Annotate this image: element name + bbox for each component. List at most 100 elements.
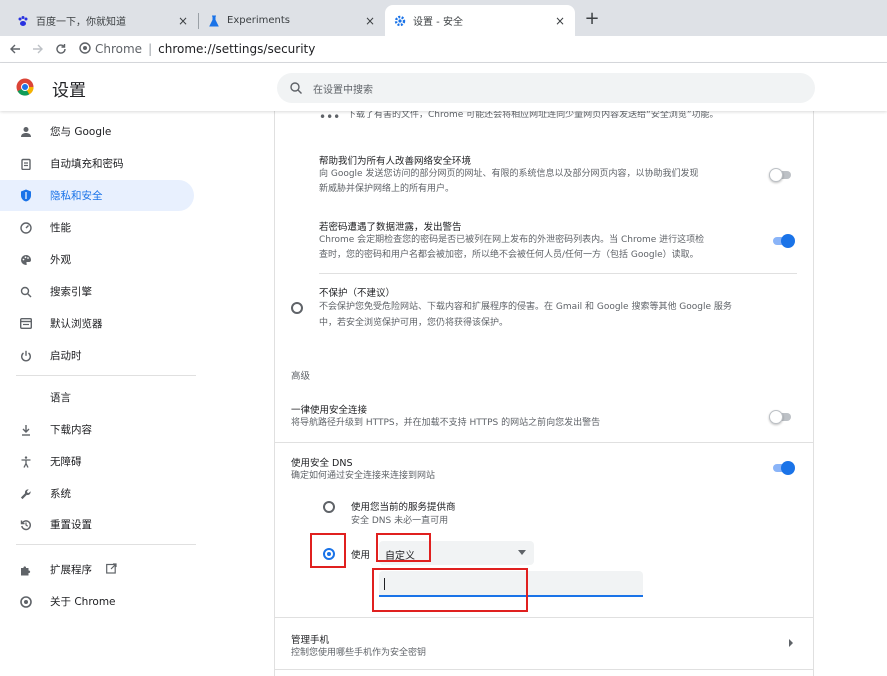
no-protection-radio[interactable] — [291, 302, 303, 314]
shield-icon — [18, 188, 34, 204]
sidebar-item-label: 性能 — [50, 222, 71, 234]
settings-search-box[interactable]: 在设置中搜索 — [277, 73, 815, 103]
person-icon — [18, 124, 34, 140]
sidebar-divider — [16, 375, 196, 376]
sidebar-item-label: 扩展程序 — [50, 564, 92, 576]
clipboard-icon — [18, 156, 34, 172]
safe-browsing-fragment: 下载了有害的文件，Chrome 可能还会将相应网址连同少量网页内容发送给“安全浏… — [347, 111, 719, 120]
browser-toolbar: Chrome | chrome://settings/security — [0, 36, 887, 63]
improve-security-desc-1: 向 Google 发送您访问的部分网页的网址、有限的系统信息以及部分网页内容，以… — [319, 169, 699, 179]
back-arrow-icon[interactable] — [5, 39, 25, 59]
open-in-new-icon — [106, 562, 117, 577]
sidebar-item-privacy-security[interactable]: 隐私和安全 — [0, 180, 194, 211]
advanced-heading: 高级 — [291, 371, 311, 382]
dns-provider-select[interactable]: 自定义 — [379, 541, 534, 565]
sidebar-item-label: 语言 — [50, 392, 71, 404]
password-leak-desc-1: Chrome 会定期检查您的密码是否已被列在网上发布的外泄密码列表内。当 Chr… — [319, 235, 705, 245]
divider — [319, 273, 797, 274]
close-icon[interactable]: × — [553, 14, 567, 28]
password-leak-title: 若密码遭遇了数据泄露，发出警告 — [319, 222, 462, 233]
improve-security-toggle[interactable] — [769, 168, 793, 182]
reset-icon — [18, 517, 34, 533]
tab-strip: 百度一下，你就知道 × Experiments × 设置 - 安全 × + — [0, 0, 887, 36]
tab-experiments[interactable]: Experiments × — [199, 5, 385, 36]
manage-phones-title: 管理手机 — [291, 635, 330, 646]
sidebar-item-about-chrome[interactable]: 关于 Chrome — [0, 586, 194, 617]
chrome-icon — [18, 594, 34, 610]
dns-custom-radio[interactable] — [323, 548, 335, 560]
sidebar-item-label: 重置设置 — [50, 519, 92, 531]
tab-settings-security[interactable]: 设置 - 安全 × — [385, 5, 575, 36]
sidebar-item-default-browser[interactable]: 默认浏览器 — [0, 308, 194, 339]
dns-current-provider-radio[interactable] — [323, 501, 335, 513]
chevron-right-icon — [789, 639, 793, 647]
sidebar-item-label: 搜索引擎 — [50, 286, 92, 298]
sidebar-item-label: 隐私和安全 — [50, 190, 103, 202]
search-placeholder: 在设置中搜索 — [313, 84, 373, 96]
sidebar-item-label: 无障碍 — [50, 456, 82, 468]
sidebar-item-label: 关于 Chrome — [50, 596, 116, 608]
forward-arrow-icon[interactable] — [28, 39, 48, 59]
no-protection-desc-1: 不会保护您免受危险网站、下载内容和扩展程序的侵害。在 Gmail 和 Googl… — [319, 302, 732, 312]
secure-dns-title: 使用安全 DNS — [291, 458, 353, 469]
close-icon[interactable]: × — [176, 14, 190, 28]
https-toggle[interactable] — [769, 410, 793, 424]
sidebar-item-accessibility[interactable]: 无障碍 — [0, 446, 194, 477]
wrench-icon — [18, 486, 34, 502]
sidebar-item-label: 下载内容 — [50, 424, 92, 436]
sidebar-icon-placeholder — [18, 390, 34, 406]
sidebar-item-label: 外观 — [50, 254, 71, 266]
password-leak-toggle[interactable] — [771, 234, 795, 248]
dns-current-provider-title: 使用您当前的服务提供商 — [351, 502, 456, 513]
chrome-logo-icon — [16, 78, 34, 96]
sidebar-item-downloads[interactable]: 下载内容 — [0, 414, 194, 445]
browser-window-icon — [18, 316, 34, 332]
toggle-knob — [781, 234, 795, 248]
sidebar-item-label: 启动时 — [50, 350, 82, 362]
toggle-knob — [769, 410, 783, 424]
sidebar-item-label: 自动填充和密码 — [50, 158, 124, 170]
reload-icon[interactable] — [51, 39, 71, 59]
url-separator: | — [148, 42, 153, 56]
sidebar-item-reset-settings[interactable]: 重置设置 — [0, 509, 194, 540]
download-icon — [18, 422, 34, 438]
sidebar-item-performance[interactable]: 性能 — [0, 212, 194, 243]
sidebar-item-you-and-google[interactable]: 您与 Google — [0, 116, 194, 147]
power-icon — [18, 348, 34, 364]
dns-custom-provider-input[interactable] — [379, 571, 643, 597]
dns-current-provider-desc: 安全 DNS 未必一直可用 — [351, 516, 449, 526]
sidebar-divider — [16, 544, 196, 545]
settings-header: 设置 在设置中搜索 — [0, 63, 887, 111]
sidebar-item-autofill[interactable]: 自动填充和密码 — [0, 148, 194, 179]
manage-phones-desc: 控制您使用哪些手机作为安全密钥 — [291, 648, 427, 658]
secure-dns-toggle[interactable] — [771, 461, 795, 475]
sidebar-item-on-startup[interactable]: 启动时 — [0, 340, 194, 371]
close-icon[interactable]: × — [363, 14, 377, 28]
sidebar-item-appearance[interactable]: 外观 — [0, 244, 194, 275]
sidebar-item-languages[interactable]: 语言 — [0, 382, 194, 413]
gear-icon — [393, 14, 407, 28]
tab-title: 百度一下，你就知道 — [36, 17, 126, 28]
improve-security-title: 帮助我们为所有人改善网络安全环境 — [319, 156, 472, 167]
site-label: Chrome — [95, 42, 143, 56]
no-protection-desc-2: 中，若安全浏览保护可用，您仍将获得该保护。 — [319, 318, 509, 328]
sidebar-item-system[interactable]: 系统 — [0, 478, 194, 509]
security-settings-card: ••• 下载了有害的文件，Chrome 可能还会将相应网址连同少量网页内容发送给… — [274, 111, 814, 676]
more-dots-icon: ••• — [319, 111, 341, 124]
improve-security-desc-2: 新威胁并保护网络上的所有用户。 — [319, 184, 455, 194]
page-title: 设置 — [52, 81, 86, 101]
https-title: 一律使用安全连接 — [291, 405, 368, 416]
secure-dns-desc: 确定如何通过安全连接来连接到网站 — [291, 471, 436, 481]
new-tab-button[interactable]: + — [582, 9, 602, 29]
manage-phones-row[interactable]: 管理手机 控制您使用哪些手机作为安全密钥 — [275, 618, 813, 663]
tab-baidu[interactable]: 百度一下，你就知道 × — [8, 5, 198, 36]
speedometer-icon — [18, 220, 34, 236]
accessibility-icon — [18, 454, 34, 470]
search-icon — [18, 284, 34, 300]
sidebar-item-search-engine[interactable]: 搜索引擎 — [0, 276, 194, 307]
sidebar-item-label: 您与 Google — [50, 126, 112, 138]
dropdown-arrow-icon — [518, 550, 526, 555]
address-bar[interactable]: Chrome | chrome://settings/security — [79, 41, 315, 57]
sidebar-item-extensions[interactable]: 扩展程序 — [0, 554, 194, 585]
divider — [275, 669, 813, 670]
